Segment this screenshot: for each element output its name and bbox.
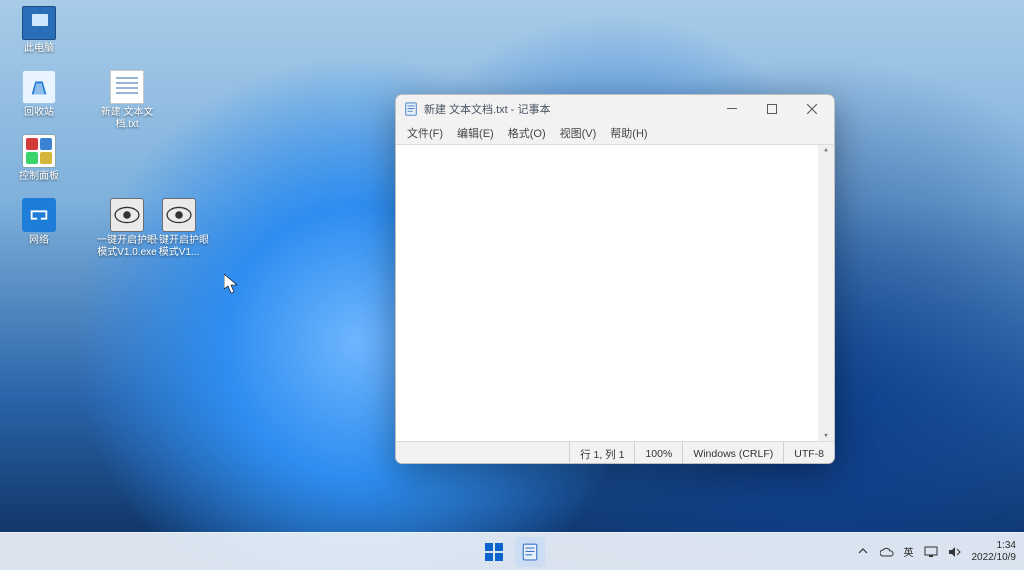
tray-date: 2022/10/9 xyxy=(972,552,1017,564)
eye-icon xyxy=(162,198,196,232)
start-button[interactable] xyxy=(479,537,509,567)
scroll-up-icon[interactable]: ▴ xyxy=(823,145,828,155)
recycle-bin-icon xyxy=(22,70,56,104)
maximize-button[interactable] xyxy=(752,95,792,123)
taskbar-app-notepad[interactable] xyxy=(515,537,545,567)
eye-icon xyxy=(110,198,144,232)
system-tray[interactable]: 英 1:34 2022/10/9 xyxy=(856,540,1024,564)
taskbar[interactable]: 英 1:34 2022/10/9 xyxy=(0,532,1024,570)
status-eol: Windows (CRLF) xyxy=(682,442,783,463)
status-encoding: UTF-8 xyxy=(783,442,834,463)
notepad-icon xyxy=(404,102,418,116)
titlebar[interactable]: 新建 文本文档.txt - 记事本 xyxy=(396,95,834,123)
text-editor[interactable]: ▴ ▾ xyxy=(396,144,834,442)
icon-label: 网络 xyxy=(8,235,70,247)
minimize-button[interactable] xyxy=(712,95,752,123)
tray-volume-icon[interactable] xyxy=(948,545,962,559)
icon-label: 一键开启护眼模式V1... xyxy=(148,235,210,259)
desktop-icon-network[interactable]: 网络 xyxy=(8,198,70,247)
icon-label: 此电脑 xyxy=(8,43,70,55)
desktop[interactable]: 此电脑 回收站 控制面板 网络 新建 文本文档.txt 一键开启护眼模式V1.0… xyxy=(0,0,1024,570)
text-file-icon xyxy=(110,70,144,104)
network-icon xyxy=(22,198,56,232)
desktop-icon-control-panel[interactable]: 控制面板 xyxy=(8,134,70,183)
menu-file[interactable]: 文件(F) xyxy=(400,123,450,144)
window-title: 新建 文本文档.txt - 记事本 xyxy=(424,101,712,117)
vertical-scrollbar[interactable]: ▴ ▾ xyxy=(818,145,834,441)
pc-icon xyxy=(22,6,56,40)
scroll-down-icon[interactable]: ▾ xyxy=(823,431,828,441)
close-button[interactable] xyxy=(792,95,832,123)
menu-edit[interactable]: 编辑(E) xyxy=(450,123,501,144)
tray-network-icon[interactable] xyxy=(924,545,938,559)
notepad-window[interactable]: 新建 文本文档.txt - 记事本 文件(F) 编辑(E) 格式(O) 视图(V… xyxy=(395,94,835,464)
control-panel-icon xyxy=(22,134,56,168)
desktop-icon-text-file[interactable]: 新建 文本文档.txt xyxy=(96,70,158,131)
menu-view[interactable]: 视图(V) xyxy=(553,123,604,144)
statusbar: 行 1, 列 1 100% Windows (CRLF) UTF-8 xyxy=(396,442,834,463)
icon-label: 新建 文本文档.txt xyxy=(96,107,158,131)
tray-clock[interactable]: 1:34 2022/10/9 xyxy=(972,540,1017,564)
menu-format[interactable]: 格式(O) xyxy=(501,123,553,144)
icon-label: 回收站 xyxy=(8,107,70,119)
status-position: 行 1, 列 1 xyxy=(569,442,634,463)
status-zoom: 100% xyxy=(634,442,682,463)
desktop-icon-eye-app-2[interactable]: 一键开启护眼模式V1... xyxy=(148,198,210,259)
tray-chevron-icon[interactable] xyxy=(856,545,870,559)
mouse-cursor xyxy=(224,274,238,294)
desktop-icon-this-pc[interactable]: 此电脑 xyxy=(8,6,70,55)
tray-ime-language[interactable]: 英 xyxy=(904,544,914,559)
icon-label: 控制面板 xyxy=(8,171,70,183)
tray-time: 1:34 xyxy=(972,540,1017,552)
menu-help[interactable]: 帮助(H) xyxy=(603,123,654,144)
tray-onedrive-icon[interactable] xyxy=(880,545,894,559)
desktop-icon-recycle-bin[interactable]: 回收站 xyxy=(8,70,70,119)
menubar: 文件(F) 编辑(E) 格式(O) 视图(V) 帮助(H) xyxy=(396,123,834,144)
